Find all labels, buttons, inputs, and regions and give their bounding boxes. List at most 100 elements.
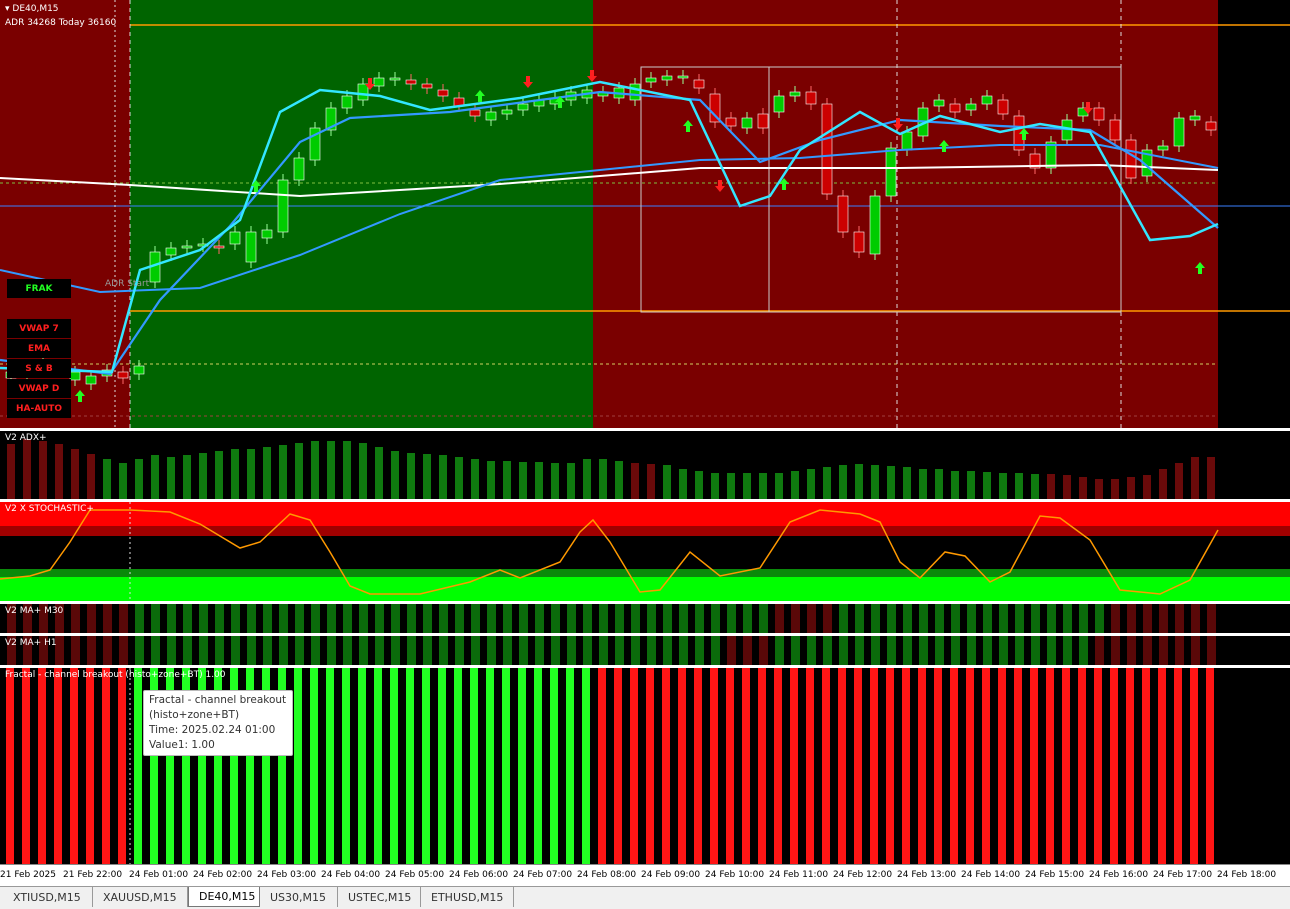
ma-h1-bar <box>1079 636 1088 665</box>
ma-h1-pane[interactable]: V2 MA+ H1 <box>0 636 1290 665</box>
fractal-bar <box>934 668 942 864</box>
candle-body <box>837 195 849 233</box>
adx-bar <box>1143 475 1151 499</box>
adx-bar <box>679 469 687 499</box>
chart-tab[interactable]: USTEC,M15 <box>338 887 421 907</box>
vwap7-button[interactable]: VWAP 7 <box>7 319 71 338</box>
ma-m30-bar <box>1175 604 1184 633</box>
ma-h1-bar <box>791 636 800 665</box>
adx-pane[interactable]: V2 ADX+ <box>0 431 1290 499</box>
stochastic-label: V2 X STOCHASTIC+ <box>5 504 94 514</box>
ma-h1-bar <box>247 636 256 665</box>
ma-h1-bar <box>967 636 976 665</box>
candle-body <box>677 75 689 79</box>
ma-h1-bar <box>535 636 544 665</box>
candle-body <box>885 147 897 197</box>
adx-bar <box>1047 474 1055 499</box>
adx-bar <box>775 473 783 499</box>
candle-body <box>469 109 481 117</box>
time-label: 24 Feb 08:00 <box>577 870 637 880</box>
candle-body <box>1189 115 1201 121</box>
adx-bar <box>727 473 735 499</box>
adx-bar <box>55 444 63 499</box>
ma-m30-pane[interactable]: V2 MA+ M30 <box>0 604 1290 633</box>
overbought-band <box>0 526 1290 536</box>
symbol-title: ▾ DE40,M15 <box>5 4 59 14</box>
adx-histogram <box>7 439 1215 499</box>
adx-bar <box>71 449 79 499</box>
ma-h1-bar <box>455 636 464 665</box>
fractal-bar <box>838 668 846 864</box>
frak-button[interactable]: FRAK <box>7 279 71 298</box>
ma-h1-bar <box>759 636 768 665</box>
time-label: 21 Feb 22:00 <box>63 870 123 880</box>
adx-bar <box>983 472 991 499</box>
chart-tab[interactable]: US30,M15 <box>260 887 338 907</box>
candle-body <box>85 375 97 385</box>
ma-h1-bar <box>951 636 960 665</box>
ma-h1-bar <box>935 636 944 665</box>
chart-tab[interactable]: ETHUSD,M15 <box>421 887 514 907</box>
ma-m30-bar <box>999 604 1008 633</box>
ma-m30-histogram <box>7 604 1216 633</box>
fractal-bar <box>1158 668 1166 864</box>
stochastic-plot <box>0 502 1290 601</box>
adx-bar <box>1175 463 1183 499</box>
ma-h1-bar <box>679 636 688 665</box>
ma-h1-bar <box>823 636 832 665</box>
candle-body <box>645 77 657 83</box>
adx-bar <box>183 455 191 499</box>
adx-bar <box>695 471 703 499</box>
haauto-button[interactable]: HA-AUTO <box>7 399 71 418</box>
stochastic-pane[interactable]: V2 X STOCHASTIC+ <box>0 502 1290 601</box>
candle-body <box>357 83 369 101</box>
adx-bar <box>23 439 31 499</box>
ma-m30-bar <box>823 604 832 633</box>
fractal-bar <box>486 668 494 864</box>
ma-m30-bar <box>919 604 928 633</box>
time-label: 24 Feb 07:00 <box>513 870 573 880</box>
adr-readout: ADR 34268 Today 36160 <box>5 18 117 28</box>
fractal-bar <box>390 668 398 864</box>
price-chart[interactable]: ▾ DE40,M15 ADR 34268 Today 36160 ADR Sta… <box>0 0 1290 428</box>
time-label: 24 Feb 15:00 <box>1025 870 1085 880</box>
adx-bar <box>487 461 495 499</box>
symbol-label: DE40,M15 <box>12 4 59 14</box>
chart-tab[interactable]: XTIUSD,M15 <box>3 887 93 907</box>
ma-h1-bar <box>327 636 336 665</box>
fractal-bar <box>806 668 814 864</box>
fractal-bar <box>982 668 990 864</box>
fractal-bar <box>550 668 558 864</box>
vwapd-button[interactable]: VWAP D <box>7 379 71 398</box>
fractal-bar <box>534 668 542 864</box>
chart-tab[interactable]: DE40,M15 <box>188 887 260 907</box>
time-label: 24 Feb 04:00 <box>321 870 381 880</box>
ma-h1-bar <box>1175 636 1184 665</box>
candle-body <box>117 371 129 379</box>
fractal-bar <box>294 668 302 864</box>
adx-bar <box>1031 474 1039 499</box>
ma-m30-bar <box>1031 604 1040 633</box>
fractal-bar <box>134 668 142 864</box>
tooltip-line: Fractal - channel breakout <box>149 694 287 706</box>
candle-body <box>693 79 705 89</box>
fractal-bar <box>310 668 318 864</box>
ma-m30-bar <box>1207 604 1216 633</box>
candle-body <box>821 103 833 195</box>
indicator-tooltip: Fractal - channel breakout (histo+zone+B… <box>143 690 293 756</box>
candle-body <box>485 111 497 121</box>
time-label: 24 Feb 02:00 <box>193 870 253 880</box>
adx-bar <box>439 455 447 499</box>
fractal-bar <box>326 668 334 864</box>
sb-button[interactable]: S & B <box>7 359 71 378</box>
time-label: 24 Feb 14:00 <box>961 870 1021 880</box>
fractal-bar <box>742 668 750 864</box>
time-label: 24 Feb 11:00 <box>769 870 829 880</box>
ema-button[interactable]: EMA <box>7 339 71 358</box>
ma-m30-bar <box>391 604 400 633</box>
ma-m30-bar <box>375 604 384 633</box>
ma-h1-bar <box>615 636 624 665</box>
ma-m30-bar <box>71 604 80 633</box>
chart-tab[interactable]: XAUUSD,M15 <box>93 887 188 907</box>
candle-body <box>133 365 145 375</box>
